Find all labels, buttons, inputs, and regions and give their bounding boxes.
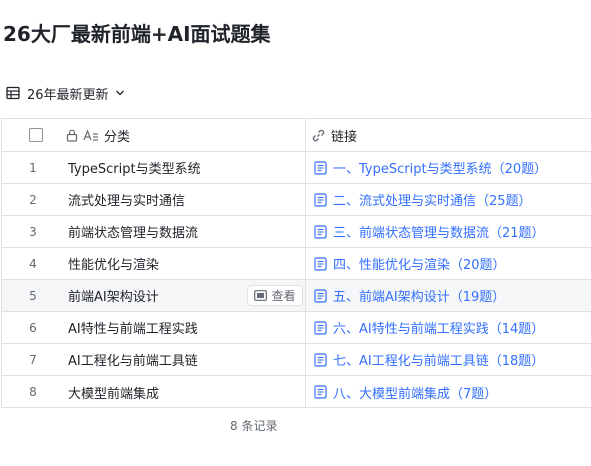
doc-link-text[interactable]: 二、流式处理与实时通信（25题） <box>333 190 532 209</box>
table-row[interactable]: 6 AI特性与前端工程实践 六、AI特性与前端工程实践（14题） <box>2 312 591 344</box>
table-row[interactable]: 2 流式处理与实时通信 二、流式处理与实时通信（25题） <box>2 184 591 216</box>
document-icon <box>314 192 327 207</box>
grid-table-icon <box>6 86 20 100</box>
row-index: 8 <box>29 385 37 399</box>
table-row[interactable]: 1 TypeScript与类型系统 一、TypeScript与类型系统（20题） <box>2 152 591 184</box>
document-icon <box>314 385 327 399</box>
text-field-icon <box>83 128 99 142</box>
doc-link-text[interactable]: 五、前端AI架构设计（19题） <box>333 286 505 305</box>
row-index: 1 <box>29 160 37 175</box>
view-switcher[interactable]: 26年最新更新 <box>6 83 125 103</box>
view-name: 26年最新更新 <box>27 87 109 103</box>
doc-link[interactable]: 七、AI工程化与前端工具链（18题） <box>314 344 544 375</box>
table-header-row: 分类 链接 <box>2 119 591 152</box>
data-table: 分类 链接 1 TypeScript与类型系统 一、TypeScript与类型系… <box>1 118 591 408</box>
column-divider <box>305 216 306 247</box>
table-row[interactable]: 5 前端AI架构设计 查看 五、前端AI架构设计（19题） <box>2 280 591 312</box>
document-icon <box>314 288 327 303</box>
doc-link-text[interactable]: 一、TypeScript与类型系统（20题） <box>333 158 547 177</box>
table-row[interactable]: 4 性能优化与渲染 四、性能优化与渲染（20题） <box>2 248 591 280</box>
lock-icon <box>66 129 78 142</box>
document-icon <box>314 352 327 367</box>
doc-link[interactable]: 二、流式处理与实时通信（25题） <box>314 184 532 215</box>
link-icon <box>312 129 325 142</box>
doc-link[interactable]: 三、前端状态管理与数据流（21题） <box>314 216 545 247</box>
category-cell[interactable]: TypeScript与类型系统 <box>68 152 201 183</box>
category-cell[interactable]: AI工程化与前端工具链 <box>68 344 198 375</box>
doc-link[interactable]: 四、性能优化与渲染（20题） <box>314 248 506 279</box>
column-divider <box>305 376 306 408</box>
chevron-down-icon <box>115 88 125 98</box>
column-divider <box>305 280 306 311</box>
select-all-checkbox[interactable] <box>29 128 43 142</box>
doc-link-text[interactable]: 七、AI工程化与前端工具链（18题） <box>333 350 544 369</box>
column-header-link[interactable]: 链接 <box>312 119 357 151</box>
doc-link-text[interactable]: 六、AI特性与前端工程实践（14题） <box>333 318 544 337</box>
category-cell[interactable]: 流式处理与实时通信 <box>68 184 185 215</box>
column-divider <box>305 184 306 215</box>
doc-link-text[interactable]: 三、前端状态管理与数据流（21题） <box>333 222 545 241</box>
column-divider[interactable] <box>305 119 306 151</box>
column-divider <box>305 248 306 279</box>
doc-link[interactable]: 一、TypeScript与类型系统（20题） <box>314 152 547 183</box>
doc-link-text[interactable]: 四、性能优化与渲染（20题） <box>333 254 506 273</box>
category-cell[interactable]: 性能优化与渲染 <box>68 248 159 279</box>
category-cell[interactable]: 大模型前端集成 <box>68 376 159 408</box>
column-divider <box>305 312 306 343</box>
table-row[interactable]: 7 AI工程化与前端工具链 七、AI工程化与前端工具链（18题） <box>2 344 591 376</box>
doc-link[interactable]: 八、大模型前端集成（7题） <box>314 376 497 408</box>
doc-link-text[interactable]: 八、大模型前端集成（7题） <box>333 383 497 402</box>
column-divider <box>305 344 306 375</box>
column-header-category[interactable]: 分类 <box>66 119 130 151</box>
column-header-label: 链接 <box>331 129 358 145</box>
category-cell[interactable]: 前端AI架构设计 <box>68 280 159 311</box>
doc-link[interactable]: 五、前端AI架构设计（19题） <box>314 280 505 311</box>
page-title: 26大厂最新前端+AI面试题集 <box>3 22 271 46</box>
row-index: 7 <box>29 352 37 367</box>
row-index: 3 <box>29 224 37 239</box>
doc-link[interactable]: 六、AI特性与前端工程实践（14题） <box>314 312 544 343</box>
open-record-label: 查看 <box>271 289 296 303</box>
document-icon <box>314 160 327 175</box>
category-cell[interactable]: 前端状态管理与数据流 <box>68 216 198 247</box>
table-row[interactable]: 3 前端状态管理与数据流 三、前端状态管理与数据流（21题） <box>2 216 591 248</box>
column-header-label: 分类 <box>104 129 131 145</box>
category-cell[interactable]: AI特性与前端工程实践 <box>68 312 198 343</box>
column-divider <box>305 152 306 183</box>
expand-record-icon <box>254 290 268 301</box>
open-record-button[interactable]: 查看 <box>247 285 303 306</box>
document-icon <box>314 256 327 271</box>
table-row[interactable]: 8 大模型前端集成 八、大模型前端集成（7题） <box>2 376 591 408</box>
document-icon <box>314 224 327 239</box>
row-index: 4 <box>29 256 37 271</box>
row-index: 5 <box>29 288 37 303</box>
row-index: 6 <box>29 320 37 335</box>
row-index: 2 <box>29 192 37 207</box>
record-count: 8 条记录 <box>230 419 278 433</box>
document-icon <box>314 320 327 335</box>
